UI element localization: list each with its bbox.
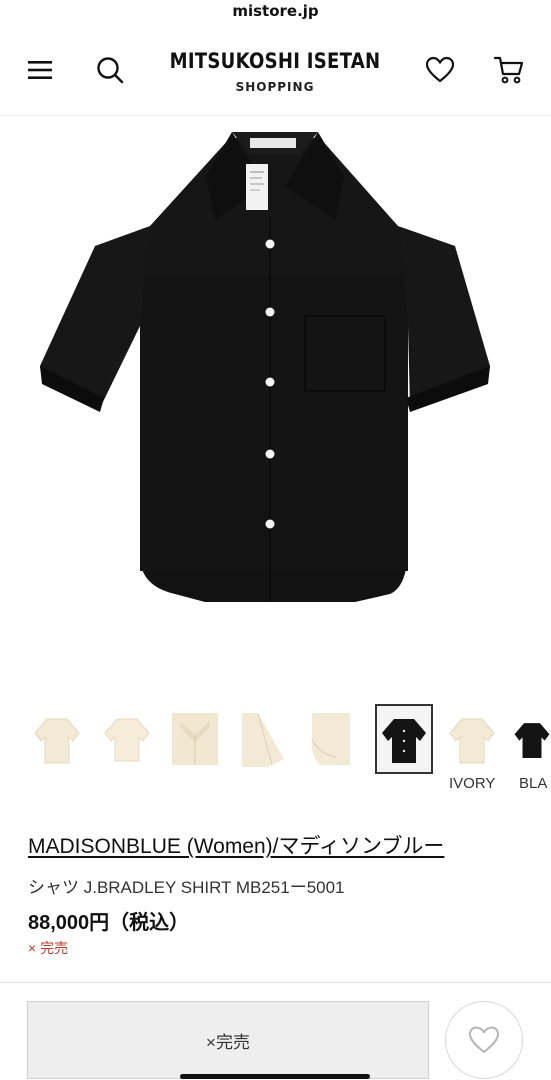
logo-title: MITSUKOSHI ISETAN	[169, 49, 381, 73]
sold-out-button[interactable]: ×完売	[27, 1001, 429, 1079]
cart-icon	[493, 56, 524, 84]
product-main-image[interactable]	[0, 116, 551, 676]
url-bar[interactable]: mistore.jp	[0, 0, 551, 24]
ivory-collar-detail-thumbnail-icon	[172, 713, 218, 765]
menu-icon	[28, 61, 52, 79]
black-shirt-thumbnail-icon	[514, 723, 550, 758]
site-logo[interactable]: MITSUKOSHI ISETAN SHOPPING	[150, 48, 400, 94]
product-name: シャツ J.BRADLEY SHIRT MB251ー5001	[28, 878, 345, 897]
add-to-favorites-button[interactable]	[445, 1001, 523, 1079]
favorites-button[interactable]	[422, 52, 458, 88]
thumbnail-ivory-color[interactable]	[445, 706, 499, 772]
black-shirt-image	[40, 132, 490, 602]
ivory-shirt-back-thumbnail-icon	[104, 718, 150, 762]
thumbnail-3[interactable]	[168, 706, 222, 772]
color-label-black[interactable]: BLA	[519, 775, 547, 792]
stock-status: × 完売	[28, 940, 69, 956]
heart-icon	[425, 56, 455, 83]
cart-button[interactable]	[491, 52, 527, 88]
search-icon	[97, 57, 124, 84]
ivory-hem-detail-thumbnail-icon	[311, 713, 350, 765]
menu-button[interactable]	[22, 52, 58, 88]
black-shirt-thumbnail-icon	[382, 719, 426, 763]
home-indicator	[180, 1074, 370, 1079]
ivory-shirt-thumbnail-icon	[34, 718, 80, 764]
ivory-shirt-thumbnail-icon	[449, 718, 495, 764]
thumbnail-black-color[interactable]	[513, 706, 551, 772]
site-header: MITSUKOSHI ISETAN SHOPPING	[0, 24, 551, 116]
thumbnail-1[interactable]	[30, 706, 84, 772]
thumbnail-2[interactable]	[100, 706, 154, 772]
thumbnail-6-selected[interactable]	[375, 704, 433, 774]
thumbnail-5[interactable]	[304, 706, 358, 772]
thumbnail-strip	[0, 704, 551, 778]
ivory-sleeve-detail-thumbnail-icon	[242, 712, 284, 767]
color-label-ivory[interactable]: IVORY	[449, 775, 495, 792]
search-button[interactable]	[92, 52, 128, 88]
brand-link[interactable]: MADISONBLUE (Women)/マディソンブルー	[28, 830, 444, 860]
product-price: 88,000円（税込）	[28, 912, 190, 934]
logo-subtitle: SHOPPING	[235, 80, 315, 94]
thumbnail-4[interactable]	[236, 706, 290, 772]
heart-icon	[469, 1026, 499, 1053]
bottom-action-bar: ×完売	[0, 983, 551, 1080]
